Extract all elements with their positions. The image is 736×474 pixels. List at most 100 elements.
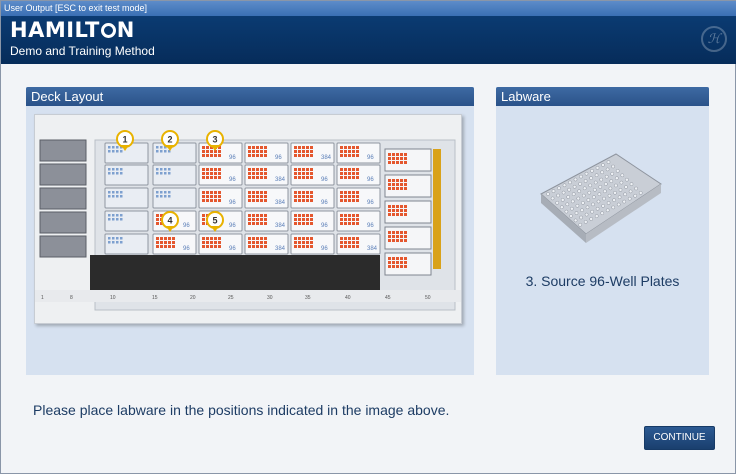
plate-label: 384	[321, 155, 332, 161]
well-dot	[348, 154, 351, 157]
well-dot	[218, 191, 221, 194]
plate-slot: 96	[290, 187, 335, 209]
well-dot	[392, 261, 395, 264]
well-dot	[356, 191, 359, 194]
well-dot	[306, 222, 309, 225]
tip-dot	[156, 172, 159, 175]
well-dot	[348, 168, 351, 171]
plate-slot: 96	[290, 233, 335, 255]
well-dot	[404, 235, 407, 238]
well-dot	[392, 257, 395, 260]
well-dot	[356, 150, 359, 153]
tip-rack	[39, 187, 87, 210]
well-dot	[256, 241, 259, 244]
well-dot	[348, 150, 351, 153]
well-dot	[348, 222, 351, 225]
tip-dot	[168, 195, 171, 198]
plate-slot: 384	[244, 210, 289, 232]
well-dot	[298, 176, 301, 179]
tip-dot	[112, 172, 115, 175]
well-dot	[202, 218, 205, 221]
well-dot	[344, 154, 347, 157]
plate-label: 96	[229, 200, 236, 206]
well-dot	[344, 241, 347, 244]
well-dot	[400, 183, 403, 186]
tip-dot	[160, 168, 163, 171]
well-dot	[302, 222, 305, 225]
tip-rack	[39, 163, 87, 186]
position-marker-label: 5	[212, 216, 217, 226]
well-dot	[388, 153, 391, 156]
tip-dot	[112, 214, 115, 217]
right-carrier-plate	[384, 252, 432, 276]
plate-label: 96	[367, 155, 374, 161]
well-dot	[294, 199, 297, 202]
well-dot	[206, 150, 209, 153]
ruler-tick-label: 15	[152, 295, 158, 301]
ruler-tick-label: 8	[70, 295, 73, 301]
well-dot	[348, 191, 351, 194]
plate-slot: 384	[336, 233, 381, 255]
method-subtitle: Demo and Training Method	[10, 44, 155, 58]
tip-dot	[160, 172, 163, 175]
plate-well	[571, 192, 576, 196]
plate-well	[612, 198, 616, 202]
well-dot	[392, 153, 395, 156]
well-dot	[302, 199, 305, 202]
well-dot	[252, 241, 255, 244]
well-dot	[206, 245, 209, 248]
well-dot	[214, 172, 217, 175]
well-dot	[156, 218, 159, 221]
well-dot	[388, 257, 391, 260]
well-dot	[298, 218, 301, 221]
well-dot	[302, 146, 305, 149]
well-dot	[214, 168, 217, 171]
well-dot	[168, 237, 171, 240]
tip-dot	[116, 241, 119, 244]
well-dot	[352, 245, 355, 248]
well-dot	[404, 157, 407, 160]
plate-well	[583, 220, 588, 224]
well-dot	[298, 168, 301, 171]
plate-well	[590, 168, 594, 173]
well-dot	[344, 150, 347, 153]
plate-well	[588, 183, 593, 188]
well-dot	[340, 222, 343, 225]
plate-well	[592, 195, 596, 199]
well-dot	[396, 161, 399, 164]
plate-well	[550, 196, 555, 201]
tip-dot	[156, 191, 159, 194]
plate-well	[606, 201, 611, 205]
plate-label: 384	[275, 246, 286, 252]
tip-rack-slot	[104, 164, 149, 186]
tip-rack	[39, 211, 87, 234]
well-dot	[264, 191, 267, 194]
well-dot	[348, 146, 351, 149]
plate-label: 96	[367, 223, 374, 229]
well-dot	[388, 209, 391, 212]
well-dot	[206, 241, 209, 244]
well-dot	[344, 222, 347, 225]
plate-slot: 384	[290, 142, 335, 164]
well-dot	[298, 195, 301, 198]
well-dot	[310, 172, 313, 175]
deck-ruler	[35, 290, 461, 302]
plate-slot: 96	[290, 164, 335, 186]
well-dot	[396, 183, 399, 186]
plate-well	[625, 177, 629, 182]
well-dot	[302, 245, 305, 248]
tip-dot	[164, 172, 167, 175]
well-dot	[164, 237, 167, 240]
well-dot	[306, 150, 309, 153]
position-marker-label: 4	[167, 216, 172, 226]
tip-dot	[164, 168, 167, 171]
well-dot	[156, 222, 159, 225]
right-carrier-plate	[384, 226, 432, 250]
tip-dot	[120, 218, 123, 221]
plate-label: 96	[367, 177, 374, 183]
position-marker-label: 2	[167, 135, 172, 145]
tip-dot	[116, 172, 119, 175]
continue-button[interactable]: CONTINUE	[644, 426, 715, 450]
well-dot	[340, 146, 343, 149]
plate-well	[578, 222, 583, 227]
